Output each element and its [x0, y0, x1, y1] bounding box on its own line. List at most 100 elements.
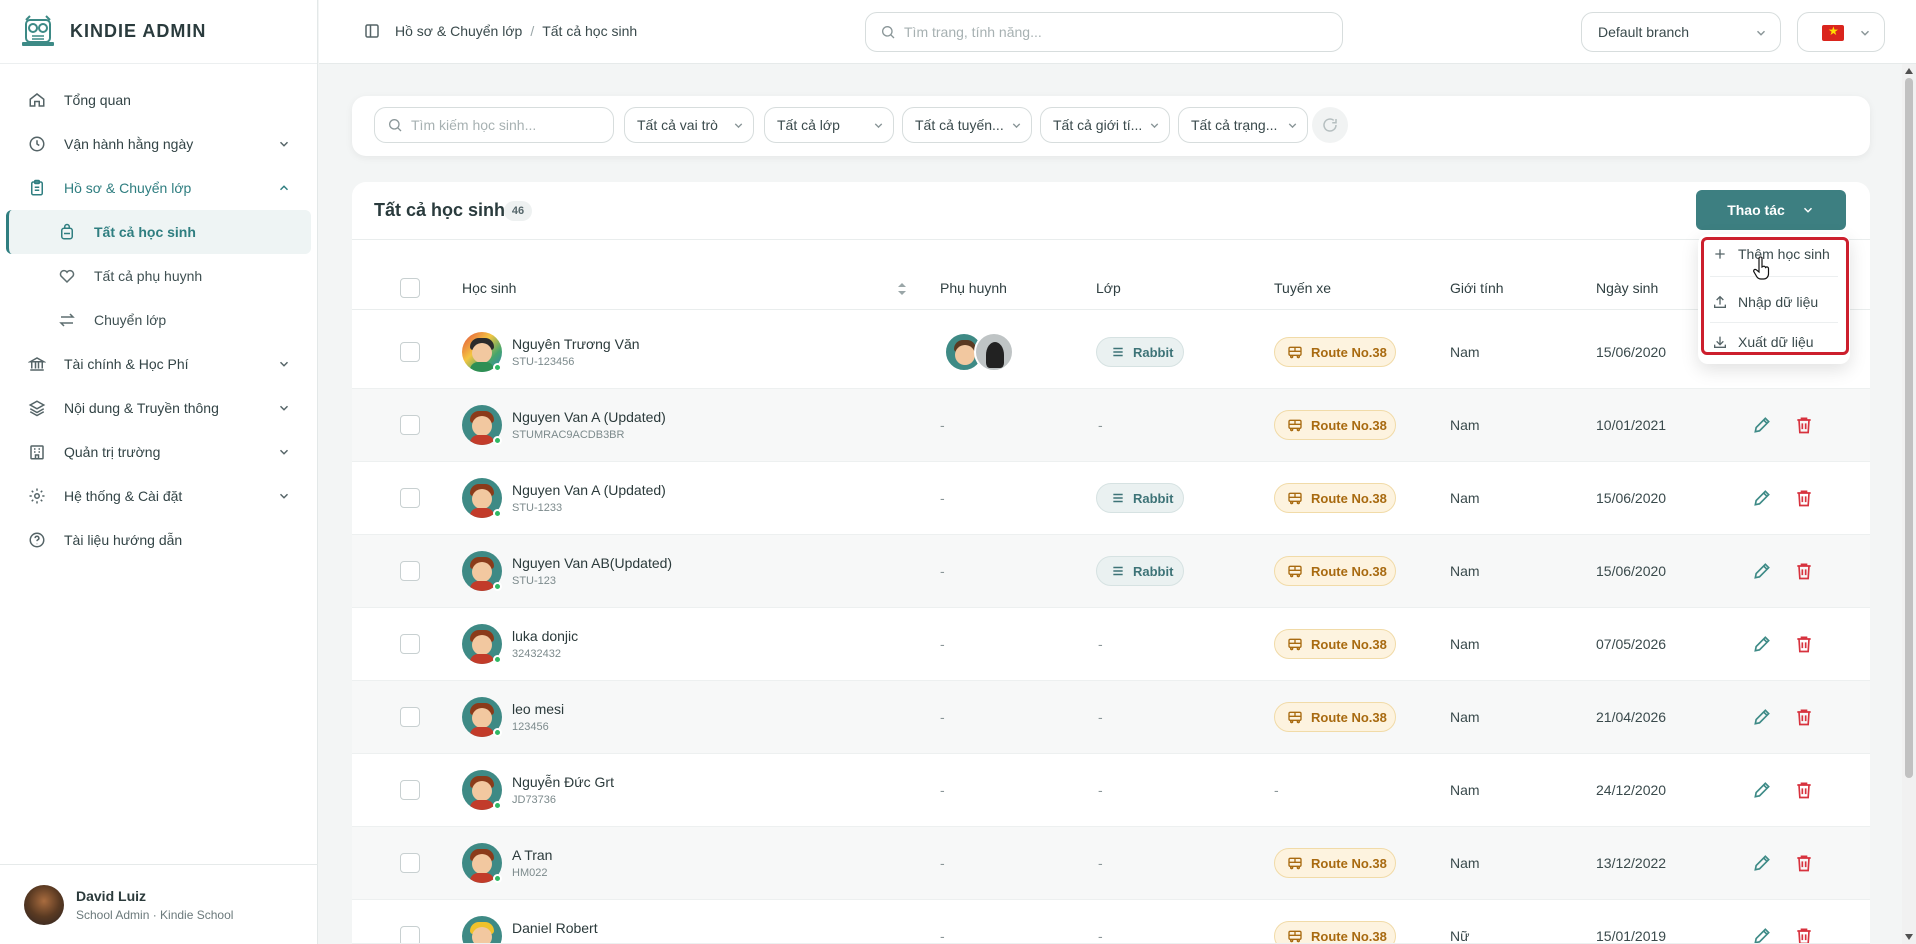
global-search-input[interactable] [904, 24, 1304, 40]
home-icon [29, 93, 45, 107]
table-row[interactable]: Nguyen Van A (Updated) STU-1233 - Rabbit… [352, 462, 1870, 535]
gender-filter[interactable]: Tất cả giới tí... [1040, 107, 1170, 143]
sort-icon[interactable] [896, 281, 908, 297]
sidebar-subitem-all-students[interactable]: Tất cả học sinh [6, 210, 311, 254]
global-search[interactable] [865, 12, 1343, 52]
route-filter[interactable]: Tất cả tuyến... [902, 107, 1032, 143]
edit-icon[interactable] [1752, 707, 1772, 727]
table-row[interactable]: Nguyễn Đức Grt JD73736 - - - Nam 24/12/2… [352, 754, 1870, 827]
branch-select[interactable]: Default branch [1581, 12, 1781, 52]
trash-icon[interactable] [1794, 634, 1814, 654]
trash-icon[interactable] [1794, 926, 1814, 944]
route-name: Route No.38 [1311, 417, 1387, 433]
sidebar-item-school-admin[interactable]: Quản trị trường [0, 430, 317, 474]
table-row[interactable]: leo mesi 123456 - - Route No.38 Nam 21/0… [352, 681, 1870, 754]
class-cell: - [1098, 782, 1103, 798]
sidebar-subitem-all-parents[interactable]: Tất cả phụ huynh [6, 254, 311, 298]
chevron-down-icon [1803, 207, 1812, 213]
edit-icon[interactable] [1752, 488, 1772, 508]
student-name[interactable]: Nguyen Van A (Updated) [512, 409, 666, 425]
edit-icon[interactable] [1752, 415, 1772, 435]
row-checkbox[interactable] [400, 561, 420, 581]
gender-cell: Nam [1450, 636, 1480, 652]
scroll-up-arrow-icon[interactable] [1905, 68, 1913, 74]
role-filter[interactable]: Tất cả vai trò [624, 107, 754, 143]
sidebar-item-overview[interactable]: Tổng quan [0, 78, 317, 122]
trash-icon[interactable] [1794, 853, 1814, 873]
trash-icon[interactable] [1794, 707, 1814, 727]
student-name[interactable]: A Tran [512, 847, 552, 863]
row-checkbox[interactable] [400, 707, 420, 727]
breadcrumb-parent[interactable]: Hồ sơ & Chuyển lớp [395, 23, 522, 39]
sidebar-item-finance[interactable]: Tài chính & Học Phí [0, 342, 317, 386]
avatar [24, 884, 64, 925]
parent-cell: - [940, 928, 945, 944]
sidebar-toggle-icon[interactable] [363, 22, 381, 40]
edit-icon[interactable] [1752, 926, 1772, 944]
sidebar-item-settings[interactable]: Hệ thống & Cài đặt [0, 474, 317, 518]
student-name[interactable]: Nguyen Van A (Updated) [512, 482, 666, 498]
parent-avatars[interactable] [944, 332, 1024, 372]
edit-icon[interactable] [1752, 634, 1772, 654]
search-icon [882, 26, 895, 39]
online-status-dot [493, 801, 502, 810]
route-name: Route No.38 [1311, 563, 1387, 579]
breadcrumb-separator: / [530, 23, 535, 39]
table-row[interactable]: luka donjic 32432432 - - Route No.38 Nam… [352, 608, 1870, 681]
row-checkbox[interactable] [400, 634, 420, 654]
student-search-input[interactable] [411, 117, 601, 133]
sidebar-item-daily-ops[interactable]: Vận hành hằng ngày [0, 122, 317, 166]
trash-icon[interactable] [1794, 488, 1814, 508]
trash-icon[interactable] [1794, 780, 1814, 800]
sidebar-item-label: Vận hành hằng ngày [64, 136, 194, 152]
student-name[interactable]: leo mesi [512, 701, 564, 717]
table-row[interactable]: Daniel Robert - - Route No.38 Nữ 15/01/2… [352, 900, 1870, 944]
sidebar-item-content[interactable]: Nội dung & Truyền thông [0, 386, 317, 430]
refresh-icon [1323, 118, 1337, 132]
topbar: Hồ sơ & Chuyển lớp / Tất cả học sinh Def… [319, 0, 1916, 64]
reset-filters-button[interactable] [1312, 107, 1348, 143]
sidebar-item-records[interactable]: Hồ sơ & Chuyển lớp [0, 166, 317, 210]
trash-icon[interactable] [1794, 415, 1814, 435]
row-checkbox[interactable] [400, 342, 420, 362]
edit-icon[interactable] [1752, 853, 1772, 873]
branch-value: Default branch [1598, 24, 1690, 40]
scroll-down-arrow-icon[interactable] [1905, 934, 1913, 940]
user-role: School Admin · Kindie School [76, 907, 234, 922]
row-checkbox[interactable] [400, 415, 420, 435]
select-all-checkbox[interactable] [400, 278, 420, 298]
edit-icon[interactable] [1752, 561, 1772, 581]
table-row[interactable]: Nguyen Van A (Updated) STUMRAC9ACDB3BR -… [352, 389, 1870, 462]
class-cell: - [1098, 417, 1103, 433]
student-name[interactable]: Daniel Robert [512, 920, 598, 936]
sidebar-subitem-transfer[interactable]: Chuyển lớp [6, 298, 311, 342]
bus-icon [1288, 638, 1302, 651]
row-checkbox[interactable] [400, 853, 420, 873]
class-filter[interactable]: Tất cả lớp [764, 107, 894, 143]
header-student[interactable]: Học sinh [462, 280, 516, 296]
student-name[interactable]: luka donjic [512, 628, 578, 644]
brand[interactable]: KINDIE ADMIN [0, 0, 317, 64]
edit-icon[interactable] [1752, 780, 1772, 800]
student-name[interactable]: Nguyen Van AB(Updated) [512, 555, 672, 571]
student-search[interactable] [374, 107, 614, 143]
student-name[interactable]: Nguyên Trương Văn [512, 336, 640, 352]
table-row[interactable]: A Tran HM022 - - Route No.38 Nam 13/12/2… [352, 827, 1870, 900]
status-filter[interactable]: Tất cả trạng... [1178, 107, 1308, 143]
row-checkbox[interactable] [400, 488, 420, 508]
sidebar-item-docs[interactable]: Tài liệu hướng dẫn [0, 518, 317, 562]
row-checkbox[interactable] [400, 780, 420, 800]
table-row[interactable]: Nguyên Trương Văn STU-123456 Rabbit Rout… [352, 316, 1870, 389]
user-profile[interactable]: David Luiz School Admin · Kindie School [0, 864, 318, 944]
online-status-dot [493, 582, 502, 591]
trash-icon[interactable] [1794, 561, 1814, 581]
row-checkbox[interactable] [400, 926, 420, 943]
scrollbar-thumb[interactable] [1905, 78, 1913, 778]
actions-button[interactable]: Thao tác [1696, 190, 1846, 230]
table-row[interactable]: Nguyen Van AB(Updated) STU-123 - Rabbit … [352, 535, 1870, 608]
dob-cell: 13/12/2022 [1596, 855, 1667, 871]
language-select[interactable] [1797, 12, 1885, 52]
page-scrollbar[interactable] [1902, 64, 1916, 944]
student-name[interactable]: Nguyễn Đức Grt [512, 774, 614, 790]
chevron-down-icon [279, 141, 289, 147]
